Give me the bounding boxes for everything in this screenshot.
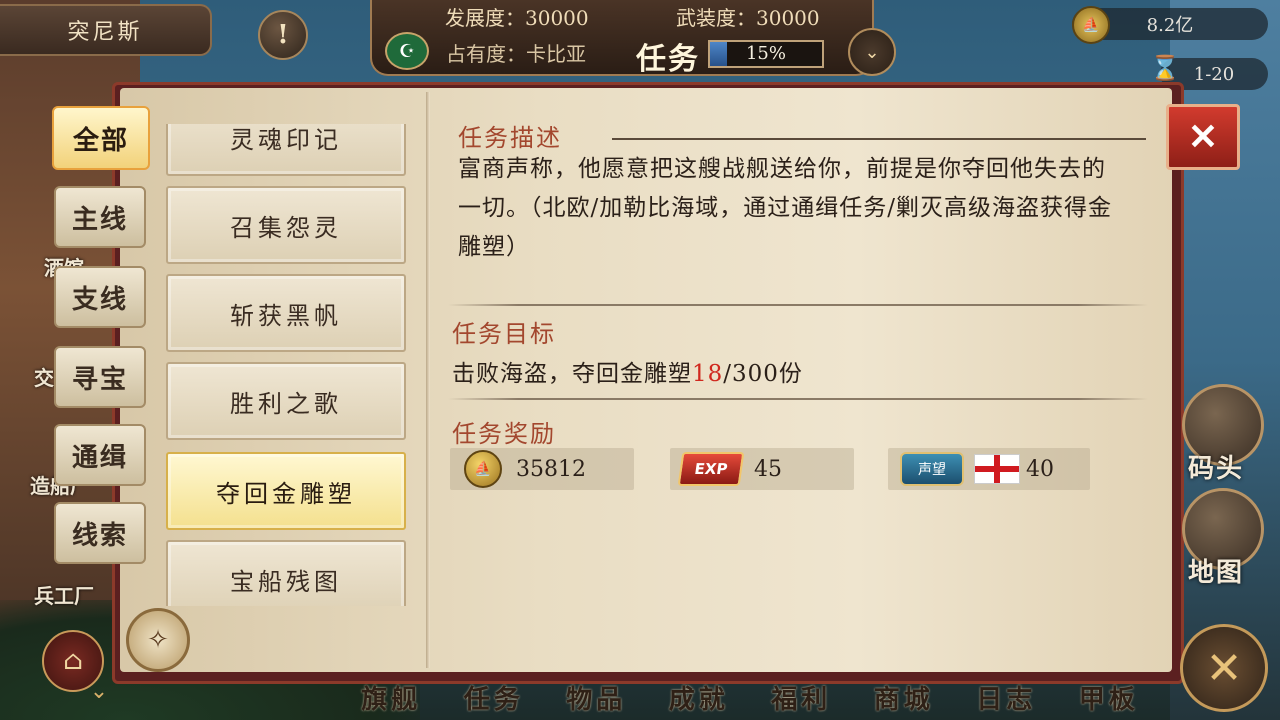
occupancy-label: 占有度：卡比亚 (446, 42, 586, 66)
swords-icon[interactable]: ✕ (1180, 624, 1268, 712)
city-name[interactable]: 突尼斯 (0, 4, 212, 56)
window-title: 任务 (636, 42, 700, 77)
dock-label[interactable]: 码头 (1188, 448, 1244, 485)
reward-exp-amount: 45 (754, 456, 782, 482)
chevron-down-icon[interactable]: ⌄ (82, 674, 116, 708)
section-divider (448, 398, 1148, 400)
goal-current-count: 18 (692, 361, 724, 387)
reward-gold-amount: 35812 (516, 456, 586, 482)
goal-heading: 任务目标 (452, 320, 556, 348)
faction-flag-icon: ☪ (385, 32, 429, 70)
map-label[interactable]: 地图 (1188, 552, 1244, 589)
nav-log[interactable]: 日志 (955, 680, 1058, 720)
quest-list[interactable]: 灵魂印记 召集怨灵 斩获黑帆 胜利之歌 夺回金雕塑 宝船残图 (160, 124, 410, 606)
category-tab-side[interactable]: 支线 (54, 266, 146, 328)
quest-item[interactable]: 召集怨灵 (166, 186, 406, 264)
close-button[interactable]: ✕ (1166, 104, 1240, 170)
goal-total: /300份 (723, 361, 803, 387)
nav-welfare[interactable]: 福利 (750, 680, 853, 720)
category-tab-main[interactable]: 主线 (54, 186, 146, 248)
quest-item[interactable]: 宝船残图 (166, 540, 406, 606)
task-progress-bar: 15% (708, 40, 824, 68)
quest-item-selected[interactable]: 夺回金雕塑 (166, 452, 406, 530)
bottom-nav: 旗舰 任务 物品 成就 福利 商城 日志 甲板 (340, 680, 1160, 720)
goal-text: 击败海盗，夺回金雕塑 (452, 361, 692, 387)
reward-reputation: 声望 40 (888, 448, 1090, 490)
panel-divider (426, 92, 430, 668)
heading-underline (612, 138, 1146, 140)
reward-gold: ⛵ 35812 (450, 448, 634, 490)
description-heading: 任务描述 (458, 124, 562, 152)
category-tab-all[interactable]: 全部 (52, 106, 150, 170)
gold-coin-icon: ⛵ (464, 450, 502, 488)
quest-item[interactable]: 斩获黑帆 (166, 274, 406, 352)
bg-label-arsenal: 兵工厂 (34, 584, 94, 608)
category-tab-treasure[interactable]: 寻宝 (54, 346, 146, 408)
reward-exp: EXP 45 (670, 448, 854, 490)
nav-tasks[interactable]: 任务 (443, 680, 546, 720)
quest-item[interactable]: 灵魂印记 (166, 124, 406, 176)
section-divider (448, 304, 1148, 306)
development-label: 发展度：30000 (445, 6, 589, 30)
nav-items[interactable]: 物品 (545, 680, 648, 720)
alert-icon[interactable]: ! (258, 10, 308, 60)
reward-heading: 任务奖励 (452, 420, 556, 448)
nav-achievements[interactable]: 成就 (648, 680, 751, 720)
exp-icon: EXP (677, 452, 745, 486)
quest-goal: 击败海盗，夺回金雕塑18/300份 (452, 354, 803, 388)
reputation-icon: 声望 (900, 452, 964, 486)
expand-chevron-icon[interactable]: ⌄ (848, 28, 896, 76)
reward-reputation-amount: 40 (1026, 456, 1054, 482)
gold-coin-icon: ⛵ (1072, 6, 1110, 44)
category-tab-clues[interactable]: 线索 (54, 502, 146, 564)
armament-label: 武装度：30000 (676, 6, 820, 30)
nav-flagship[interactable]: 旗舰 (340, 680, 443, 720)
quest-description: 富商声称，他愿意把这艘战舰送给你，前提是你夺回他失去的一切。（北欧/加勒比海域，… (458, 156, 1112, 260)
task-progress-text: 15% (745, 43, 786, 64)
quest-item[interactable]: 胜利之歌 (166, 362, 406, 440)
bg-label-trade: 交 (34, 366, 54, 390)
category-tab-bounty[interactable]: 通缉 (54, 424, 146, 486)
nav-shop[interactable]: 商城 (853, 680, 956, 720)
compass-icon[interactable]: ✧ (126, 608, 190, 672)
england-flag-icon (974, 454, 1020, 484)
nav-deck[interactable]: 甲板 (1058, 680, 1161, 720)
